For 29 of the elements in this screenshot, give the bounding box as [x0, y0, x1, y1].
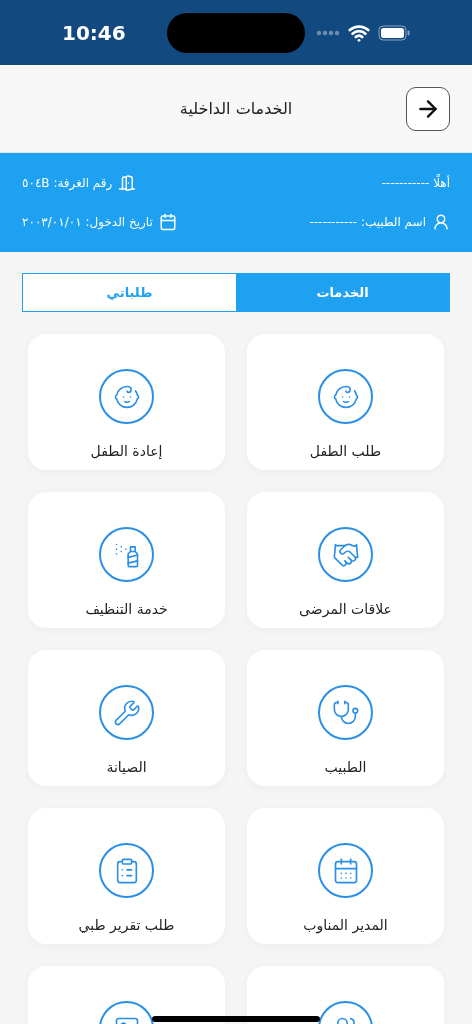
service-label: الطبيب	[324, 758, 367, 777]
page-title: الخدمات الداخلية	[178, 97, 294, 120]
back-button[interactable]	[406, 86, 450, 131]
calendar-icon	[158, 213, 177, 232]
service-label: علاقات المرضى	[299, 600, 392, 620]
status-time: 10:46	[62, 19, 126, 47]
service-card[interactable]: الطبيب	[247, 650, 444, 786]
service-card[interactable]: الصيانة	[28, 650, 225, 786]
tools-icon	[112, 698, 141, 727]
admission-date: تاريخ الدخول: ٢٠٠٣/٠١/٠١	[22, 214, 153, 232]
service-card[interactable]: طلب تقرير طبي	[28, 808, 225, 944]
service-label: طلب الطفل	[309, 442, 382, 461]
service-label: طلب تقرير طبي	[78, 916, 175, 936]
service-label: المدير المناوب	[303, 916, 388, 936]
service-card[interactable]: علاقات المرضى	[247, 492, 444, 628]
service-card[interactable]: خدمة التنظيف	[28, 492, 225, 628]
service-card[interactable]: طلب الطفل	[247, 334, 444, 470]
signal-icon	[316, 29, 340, 36]
greeting-text: أهلًا -----------	[380, 173, 450, 192]
service-label: إعادة الطفل	[90, 442, 163, 461]
doctor-name: اسم الطبيب: -----------	[309, 214, 426, 232]
service-label: خدمة التنظيف	[85, 600, 168, 619]
door-icon	[118, 173, 137, 192]
service-label: الصيانة	[106, 758, 147, 777]
room-number: رقم الغرفة: ٥٠٤B	[22, 174, 113, 192]
service-card[interactable]: المدير المناوب	[247, 808, 444, 944]
battery-icon	[378, 24, 410, 41]
service-card[interactable]: إعادة الطفل	[28, 334, 225, 470]
handshake-icon	[331, 540, 360, 569]
